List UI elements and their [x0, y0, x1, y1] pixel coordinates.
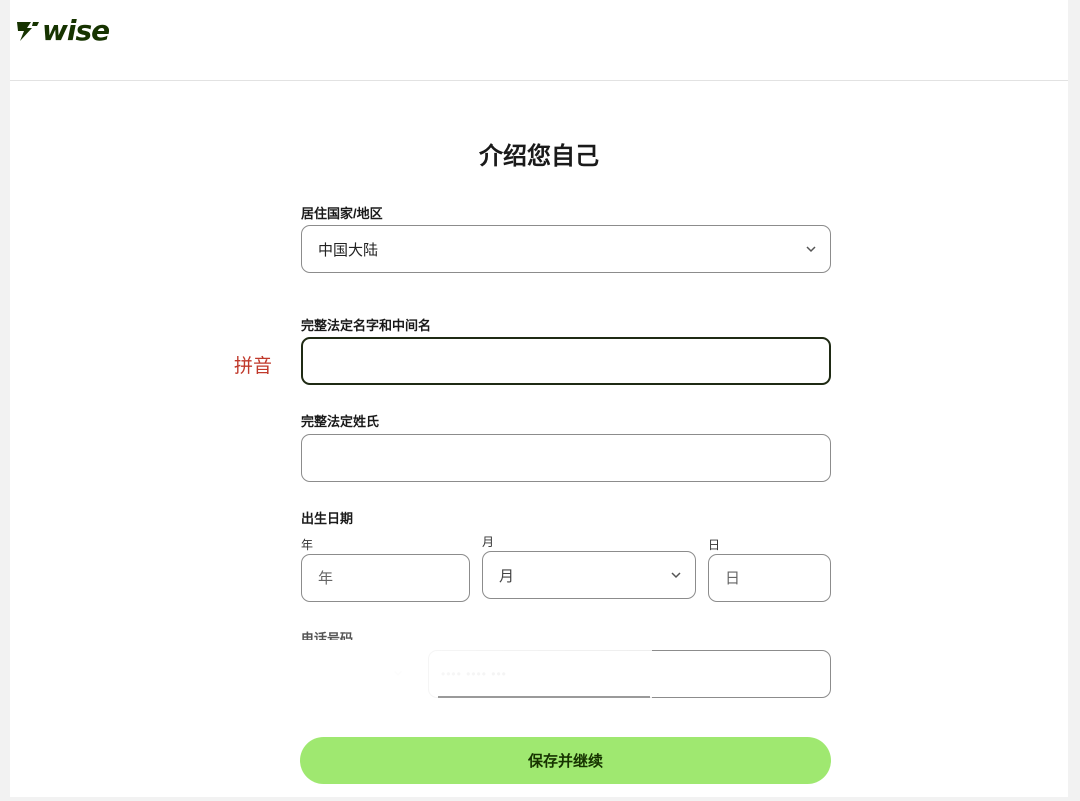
last-name-text[interactable] [318, 435, 830, 481]
country-value: 中国大陆 [318, 241, 379, 259]
privacy-blur-line [438, 696, 650, 698]
phone-label: 电话号码 [301, 631, 354, 640]
first-name-text[interactable] [319, 339, 829, 383]
country-select[interactable]: 中国大陆 [301, 225, 831, 273]
privacy-blur [300, 650, 652, 700]
first-name-input[interactable] [301, 337, 831, 385]
chevron-down-icon [671, 572, 681, 579]
pinyin-annotation: 拼音 [234, 356, 273, 377]
wise-logo[interactable]: wise [16, 14, 110, 47]
chevron-down-icon [806, 246, 816, 253]
first-name-label: 完整法定名字和中间名 [301, 318, 432, 333]
page-title: 介绍您自己 [479, 143, 599, 170]
dob-day-label: 日 [708, 538, 721, 552]
last-name-label: 完整法定姓氏 [301, 414, 380, 429]
dob-day-text[interactable] [725, 555, 830, 601]
dob-month-placeholder: 月 [499, 567, 515, 585]
wise-flag-icon [17, 21, 39, 41]
country-label: 居住国家/地区 [301, 206, 383, 221]
dob-month-label: 月 [482, 535, 495, 549]
last-name-input[interactable] [301, 434, 831, 482]
dob-year-input[interactable] [301, 554, 470, 602]
save-and-continue-button[interactable]: 保存并继续 [300, 737, 831, 784]
dob-month-select[interactable]: 月 [482, 551, 696, 599]
dob-label: 出生日期 [301, 511, 354, 526]
dob-year-text[interactable] [318, 555, 469, 601]
wise-wordmark: wise [42, 14, 110, 47]
dob-year-label: 年 [301, 538, 314, 552]
dob-day-input[interactable] [708, 554, 831, 602]
phone-field: •••• •••• ••• [300, 650, 831, 700]
page: wise 介绍您自己 居住国家/地区 中国大陆 完整法定名字和中间名 完整法定姓… [10, 0, 1068, 797]
header: wise [10, 0, 1068, 81]
